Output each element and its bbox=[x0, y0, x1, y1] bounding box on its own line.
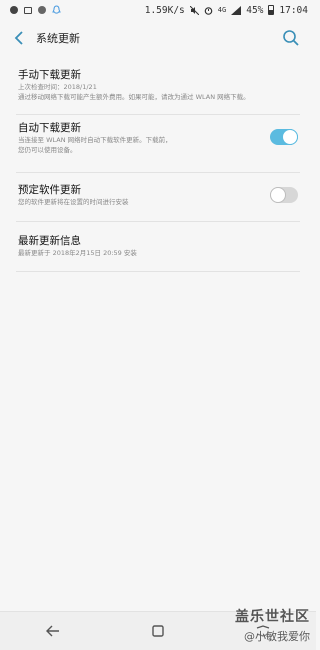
status-bar: 1.59K/s 4G 45% 17:04 bbox=[0, 0, 316, 20]
scheduled-update-toggle[interactable] bbox=[270, 187, 298, 203]
nav-back-button[interactable] bbox=[35, 616, 71, 646]
item-description: 您的软件更新将在设置的时间进行安装 bbox=[18, 198, 129, 206]
image-notification-icon bbox=[24, 6, 32, 14]
item-title: 最新更新信息 bbox=[18, 235, 81, 247]
scheduled-update-item[interactable]: 预定软件更新 您的软件更新将在设置的时间进行安装 bbox=[16, 173, 300, 222]
item-description: 最新更新于 2018年2月15日 20:59 安装 bbox=[18, 249, 137, 257]
app-bar: 系统更新 bbox=[0, 20, 316, 56]
signal-icon bbox=[231, 5, 242, 15]
watermark-author: @小敏我爱你 bbox=[244, 630, 310, 643]
watermark-brand: 盖乐世社区 bbox=[235, 609, 310, 625]
network-speed: 1.59K/s bbox=[144, 4, 185, 16]
home-square-icon bbox=[152, 625, 164, 637]
qq-notification-icon bbox=[52, 5, 61, 14]
toggle-knob bbox=[282, 129, 298, 145]
battery-percent: 45% bbox=[246, 4, 264, 16]
item-description: 当连接至 WLAN 网络时自动下载软件更新。下载前， 您仍可以使用设备。 bbox=[18, 136, 172, 154]
mute-icon bbox=[189, 5, 199, 15]
settings-list: 手动下载更新 上次检查时间：2018/1/21 通过移动网络下载可能产生额外费用… bbox=[0, 62, 316, 272]
network-type: 4G bbox=[217, 6, 227, 14]
nav-home-button[interactable] bbox=[140, 616, 176, 646]
chevron-left-icon bbox=[14, 31, 23, 45]
auto-download-toggle[interactable] bbox=[270, 129, 298, 145]
app-notification-icon bbox=[10, 6, 18, 14]
clock: 17:04 bbox=[279, 4, 308, 16]
watermark: 盖乐世社区 @小敏我爱你 bbox=[235, 606, 310, 644]
manual-download-item[interactable]: 手动下载更新 上次检查时间：2018/1/21 通过移动网络下载可能产生额外费用… bbox=[16, 62, 300, 115]
back-button[interactable] bbox=[4, 20, 34, 56]
search-button[interactable] bbox=[280, 27, 302, 49]
item-description: 上次检查时间：2018/1/21 通过移动网络下载可能产生额外费用。如果可能，请… bbox=[18, 83, 250, 101]
page-title: 系统更新 bbox=[36, 32, 80, 45]
record-notification-icon bbox=[38, 6, 46, 14]
item-title: 预定软件更新 bbox=[18, 184, 81, 196]
toggle-knob bbox=[270, 187, 286, 203]
alarm-icon bbox=[204, 6, 213, 15]
item-title: 自动下载更新 bbox=[18, 122, 81, 134]
arrow-left-icon bbox=[45, 625, 59, 637]
battery-icon bbox=[268, 5, 275, 15]
auto-download-item[interactable]: 自动下载更新 当连接至 WLAN 网络时自动下载软件更新。下载前， 您仍可以使用… bbox=[16, 115, 300, 173]
search-icon bbox=[283, 30, 299, 46]
latest-update-info-item[interactable]: 最新更新信息 最新更新于 2018年2月15日 20:59 安装 bbox=[16, 222, 300, 272]
item-title: 手动下载更新 bbox=[18, 69, 81, 81]
